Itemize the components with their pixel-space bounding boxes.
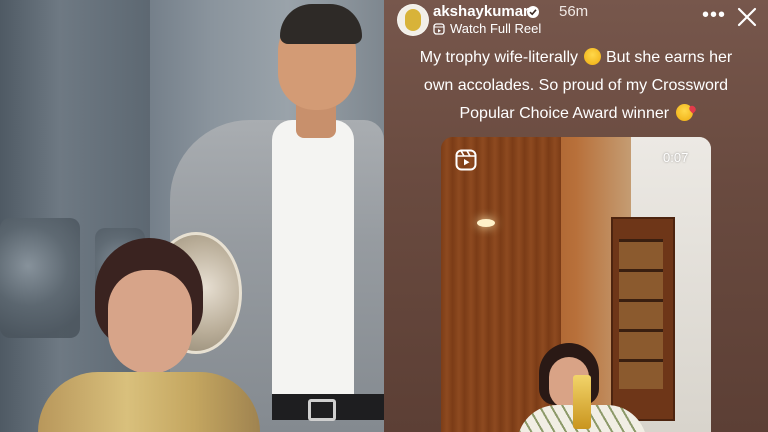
woman-saree bbox=[38, 372, 260, 432]
screenshot: akshaykumar 56m Watch Full Reel ••• My t… bbox=[0, 0, 768, 432]
man-hair bbox=[280, 4, 362, 44]
instagram-story: akshaykumar 56m Watch Full Reel ••• My t… bbox=[384, 0, 768, 432]
caption-line-2: But she earns her bbox=[605, 49, 733, 66]
embedded-reel[interactable]: 0:07 bbox=[441, 137, 711, 432]
door-ornament bbox=[0, 218, 80, 338]
story-caption: My trophy wife-literally But she earns h… bbox=[398, 44, 754, 128]
reel-icon bbox=[433, 22, 445, 35]
wooden-shelf bbox=[611, 217, 675, 421]
close-icon[interactable] bbox=[736, 6, 758, 28]
award-trophy bbox=[573, 375, 591, 429]
more-options-icon[interactable]: ••• bbox=[702, 5, 726, 25]
woman-face bbox=[108, 270, 192, 374]
watch-full-reel-link[interactable]: Watch Full Reel bbox=[433, 21, 541, 36]
caption-line-4: Popular Choice Award winner bbox=[459, 105, 670, 122]
caption-line-3: own accolades. So proud of my Crossword bbox=[423, 77, 729, 94]
man-shirt bbox=[272, 120, 354, 420]
kiss-emoji bbox=[675, 104, 693, 121]
couple-photo bbox=[0, 0, 384, 432]
laughing-emoji bbox=[584, 48, 602, 65]
username[interactable]: akshaykumar bbox=[433, 3, 529, 20]
caption-line-1: My trophy wife-literally bbox=[419, 49, 579, 66]
ceiling-lamp bbox=[477, 219, 495, 227]
reel-icon bbox=[455, 149, 477, 171]
watch-full-reel-label: Watch Full Reel bbox=[450, 21, 542, 36]
verified-badge-icon bbox=[527, 6, 539, 18]
belt-buckle bbox=[308, 399, 336, 421]
avatar-image bbox=[405, 9, 421, 31]
avatar[interactable] bbox=[397, 4, 429, 36]
reel-duration: 0:07 bbox=[663, 150, 689, 165]
post-time: 56m bbox=[559, 3, 589, 20]
